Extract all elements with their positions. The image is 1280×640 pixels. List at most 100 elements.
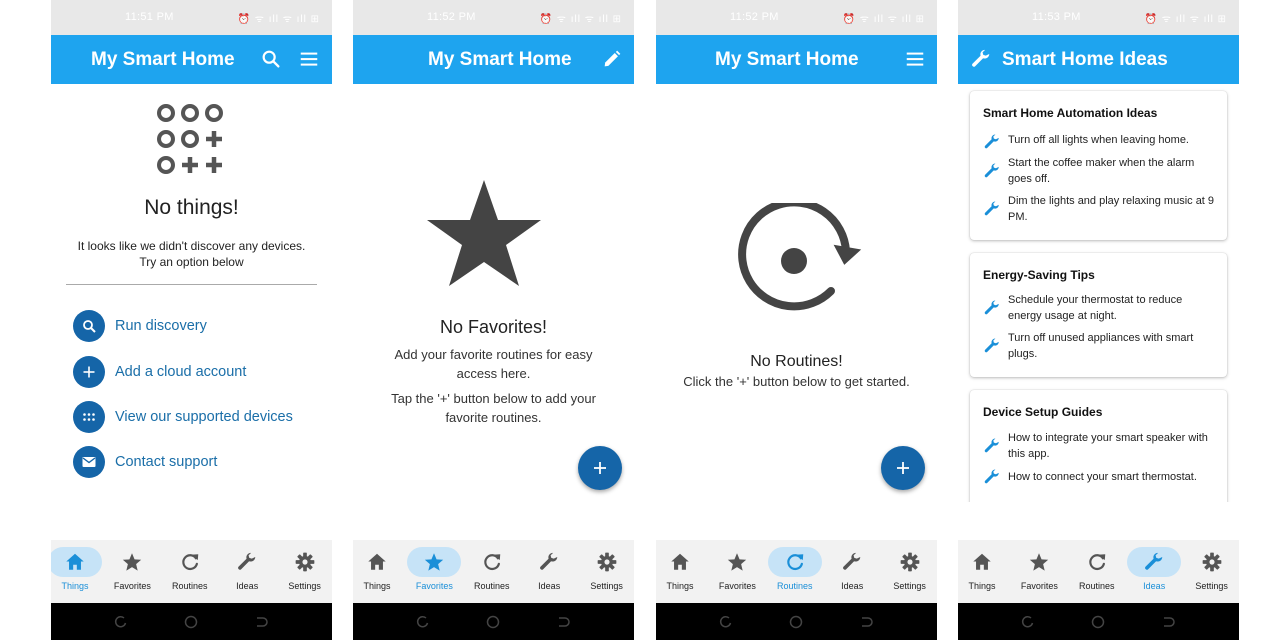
wrench-icon bbox=[984, 134, 999, 149]
card-title: Energy-Saving Tips bbox=[983, 268, 1095, 282]
nav-tab-routines[interactable]: Routines bbox=[162, 540, 218, 603]
plus-icon bbox=[897, 462, 909, 474]
supported-devices-option[interactable]: View our supported devices bbox=[73, 401, 323, 433]
option-label: View our supported devices bbox=[115, 409, 293, 425]
idea-text: How to integrate your smart speaker with… bbox=[1008, 432, 1208, 460]
home-button-icon[interactable] bbox=[1090, 614, 1106, 630]
nav-tab-favorites[interactable]: Favorites bbox=[104, 540, 160, 603]
empty-line-2: Tap the '+' button below to add your fav… bbox=[391, 391, 596, 425]
nav-tab-things[interactable]: Things bbox=[656, 540, 708, 603]
nav-tab-things[interactable]: Things bbox=[353, 540, 405, 603]
run-discovery-option[interactable]: Run discovery bbox=[73, 310, 323, 342]
gear-icon bbox=[1202, 552, 1221, 572]
back-icon[interactable] bbox=[1160, 614, 1176, 630]
status-bar: 11:52 PM ⏰ ᯤ ıll ᯤ ıll ⊞ bbox=[656, 0, 937, 35]
nav-tab-things[interactable]: Things bbox=[958, 540, 1010, 603]
nav-tab-favorites[interactable]: Favorites bbox=[1011, 540, 1067, 603]
contact-support-option[interactable]: Contact support bbox=[73, 446, 323, 478]
back-icon[interactable] bbox=[858, 614, 874, 630]
option-label: Contact support bbox=[115, 454, 218, 470]
nav-tab-favorites[interactable]: Favorites bbox=[406, 540, 462, 603]
wrench-icon bbox=[984, 163, 999, 178]
nav-tab-label: Settings bbox=[893, 581, 926, 591]
option-label: Run discovery bbox=[115, 318, 207, 334]
back-icon[interactable] bbox=[253, 614, 269, 630]
star-icon bbox=[123, 553, 142, 571]
screen-favorites: 11:52 PM ⏰ ᯤ ıll ᯤ ıll ⊞ My Smart Home N… bbox=[353, 0, 634, 640]
wrench-icon bbox=[540, 552, 558, 570]
status-icons: ⏰ ᯤ ıll ᯤ ıll ⊞ bbox=[237, 14, 320, 25]
card-title: Smart Home Automation Ideas bbox=[983, 106, 1158, 120]
nav-tab-settings[interactable]: Settings bbox=[277, 540, 332, 603]
status-icons: ⏰ ᯤ ıll ᯤ ıll ⊞ bbox=[842, 14, 925, 25]
home-button-icon[interactable] bbox=[788, 614, 804, 630]
add-routine-button[interactable] bbox=[881, 446, 925, 490]
screen-routines: 11:52 PM ⏰ ᯤ ıll ᯤ ıll ⊞ My Smart Home N… bbox=[656, 0, 937, 640]
wrench-icon bbox=[984, 469, 999, 484]
back-icon[interactable] bbox=[555, 614, 571, 630]
bottom-nav: Things Favorites Routines Ideas Settings bbox=[656, 540, 937, 603]
idea-card: Device Setup Guides How to integrate you… bbox=[970, 390, 1227, 520]
idea-text: Start the coffee maker when the alarm go… bbox=[1008, 157, 1195, 185]
recent-apps-icon[interactable] bbox=[415, 614, 431, 630]
nav-tab-settings[interactable]: Settings bbox=[882, 540, 937, 603]
nav-tab-favorites[interactable]: Favorites bbox=[709, 540, 765, 603]
dots-grid-icon bbox=[73, 401, 105, 433]
menu-icon[interactable] bbox=[904, 48, 926, 70]
nav-tab-label: Settings bbox=[1195, 581, 1228, 591]
nav-tab-routines[interactable]: Routines bbox=[1069, 540, 1125, 603]
recent-apps-icon[interactable] bbox=[1020, 614, 1036, 630]
star-icon bbox=[427, 180, 541, 286]
idea-text: How to connect your smart thermostat. bbox=[1008, 471, 1197, 483]
star-icon bbox=[425, 553, 444, 571]
screen-things: 11:51 PM ⏰ ᯤ ıll ᯤ ıll ⊞ My Smart Home N… bbox=[51, 0, 332, 640]
nav-tab-ideas[interactable]: Ideas bbox=[1126, 540, 1182, 603]
routine-icon bbox=[738, 203, 862, 311]
wrench-icon bbox=[843, 552, 861, 570]
status-time: 11:53 PM bbox=[1032, 11, 1081, 23]
home-button-icon[interactable] bbox=[183, 614, 199, 630]
search-icon[interactable] bbox=[260, 48, 282, 70]
search-icon bbox=[73, 310, 105, 342]
status-bar: 11:53 PM ⏰ ᯤ ıll ᯤ ıll ⊞ bbox=[958, 0, 1239, 35]
app-bar: Smart Home Ideas bbox=[958, 35, 1239, 84]
nav-tab-label: Settings bbox=[288, 581, 321, 591]
nav-tab-ideas[interactable]: Ideas bbox=[824, 540, 880, 603]
plus-icon bbox=[594, 462, 606, 474]
home-icon bbox=[66, 553, 84, 570]
recent-apps-icon[interactable] bbox=[718, 614, 734, 630]
empty-description: It looks like we didn't discover any dev… bbox=[71, 238, 312, 270]
nav-tab-settings[interactable]: Settings bbox=[579, 540, 634, 603]
idea-text: Turn off unused appliances with smart pl… bbox=[1008, 332, 1194, 360]
empty-line-1: It looks like we didn't discover any dev… bbox=[77, 239, 306, 253]
wrench-icon bbox=[984, 300, 999, 315]
add-cloud-account-option[interactable]: Add a cloud account bbox=[73, 356, 323, 388]
nav-tab-things[interactable]: Things bbox=[51, 540, 103, 603]
status-bar: 11:52 PM ⏰ ᯤ ıll ᯤ ıll ⊞ bbox=[353, 0, 634, 35]
idea-card: Smart Home Automation Ideas Turn off all… bbox=[970, 91, 1227, 240]
nav-tab-routines[interactable]: Routines bbox=[464, 540, 520, 603]
recent-apps-icon[interactable] bbox=[113, 614, 129, 630]
nav-tab-routines[interactable]: Routines bbox=[767, 540, 823, 603]
system-nav-bar bbox=[958, 603, 1239, 640]
nav-tab-settings[interactable]: Settings bbox=[1184, 540, 1239, 603]
system-nav-bar bbox=[353, 603, 634, 640]
empty-line-1: Add your favorite routines for easy acce… bbox=[394, 347, 593, 381]
wrench-icon bbox=[238, 552, 256, 570]
bottom-nav: Things Favorites Routines Ideas Settings bbox=[51, 540, 332, 603]
edit-icon[interactable] bbox=[601, 48, 623, 70]
app-bar: My Smart Home bbox=[51, 35, 332, 84]
app-title: Smart Home Ideas bbox=[1002, 49, 1168, 70]
wrench-icon bbox=[984, 438, 999, 453]
refresh-icon bbox=[484, 554, 501, 571]
wrench-icon bbox=[972, 49, 990, 67]
nav-tab-ideas[interactable]: Ideas bbox=[219, 540, 275, 603]
divider bbox=[66, 284, 317, 285]
home-button-icon[interactable] bbox=[485, 614, 501, 630]
gear-icon bbox=[900, 552, 919, 572]
nav-tab-ideas[interactable]: Ideas bbox=[521, 540, 577, 603]
empty-title: No things! bbox=[144, 196, 239, 219]
add-favorite-button[interactable] bbox=[578, 446, 622, 490]
app-title: My Smart Home bbox=[91, 49, 235, 70]
menu-icon[interactable] bbox=[298, 48, 320, 70]
